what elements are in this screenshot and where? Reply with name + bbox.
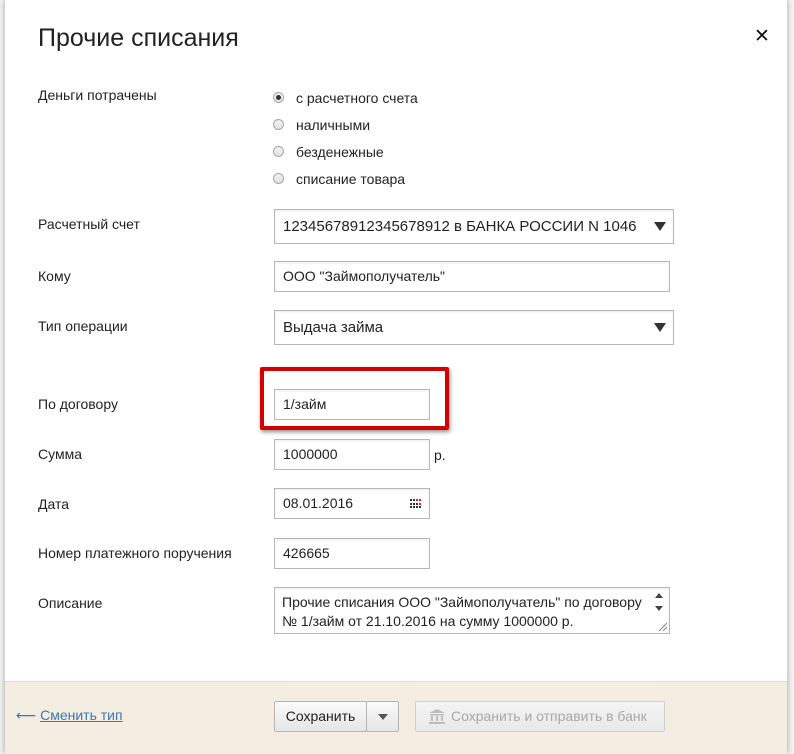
chevron-down-icon	[654, 323, 666, 332]
chevron-down-icon	[654, 222, 666, 231]
account-select[interactable]: 12345678912345678912 в БАНКА РОССИИ N 10…	[274, 209, 674, 244]
arrow-left-icon: ⟵	[16, 707, 37, 723]
save-button[interactable]: Сохранить	[274, 701, 367, 732]
resize-grip-icon[interactable]	[659, 623, 667, 631]
recipient-input[interactable]: ООО "Займополучатель"	[274, 261, 670, 292]
radio-button[interactable]	[273, 92, 284, 103]
description-textarea[interactable]: Прочие списания ООО "Займополучатель" по…	[274, 587, 670, 634]
change-type-label: Сменить тип	[40, 707, 123, 723]
amount-label: Сумма	[38, 446, 82, 462]
currency-unit: р.	[434, 447, 446, 463]
scroll-up-icon[interactable]	[655, 593, 663, 598]
amount-input[interactable]: 1000000	[274, 439, 430, 470]
radio-button[interactable]	[273, 119, 284, 130]
radio-label: списание товара	[296, 171, 406, 187]
date-value: 08.01.2016	[283, 495, 354, 511]
dialog-footer: ⟵ Сменить тип Сохранить Сохранить и отпра…	[5, 681, 787, 754]
account-label: Расчетный счет	[38, 216, 140, 232]
dialog: Прочие списания ✕ Деньги потрачены с рас…	[5, 0, 787, 754]
recipient-label: Кому	[38, 268, 71, 284]
calendar-icon[interactable]	[410, 499, 422, 509]
payment-order-label: Номер платежного поручения	[38, 545, 232, 561]
scroll-down-icon[interactable]	[655, 606, 663, 611]
contract-label: По договору	[38, 396, 118, 412]
description-text: Прочие списания ООО "Займополучатель" по…	[282, 594, 642, 629]
radio-label: с расчетного счета	[296, 90, 418, 106]
close-icon[interactable]: ✕	[754, 27, 770, 46]
highlight-frame	[260, 367, 449, 430]
operation-type-value: Выдача займа	[283, 319, 384, 336]
operation-type-label: Тип операции	[38, 318, 128, 334]
radio-label: наличными	[296, 117, 371, 133]
account-select-value: 12345678912345678912 в БАНКА РОССИИ N 10…	[283, 218, 637, 235]
dialog-title: Прочие списания	[38, 24, 239, 52]
money-spent-label: Деньги потрачены	[38, 87, 157, 103]
save-and-send-button[interactable]: Сохранить и отправить в банк	[415, 701, 665, 732]
payment-order-input[interactable]: 426665	[274, 538, 430, 569]
save-and-send-label: Сохранить и отправить в банк	[451, 708, 647, 724]
chevron-down-icon	[378, 714, 388, 720]
save-options-dropdown-button[interactable]	[366, 701, 399, 732]
date-input[interactable]: 08.01.2016	[274, 488, 430, 519]
operation-type-select[interactable]: Выдача займа	[274, 310, 674, 345]
radio-button[interactable]	[273, 146, 284, 157]
change-type-link[interactable]: ⟵ Сменить тип	[16, 707, 123, 724]
radio-button[interactable]	[273, 173, 284, 184]
bank-icon	[429, 709, 445, 724]
description-label: Описание	[38, 595, 103, 611]
background-page-right	[787, 0, 794, 754]
date-label: Дата	[38, 496, 70, 512]
radio-label: безденежные	[296, 144, 384, 160]
